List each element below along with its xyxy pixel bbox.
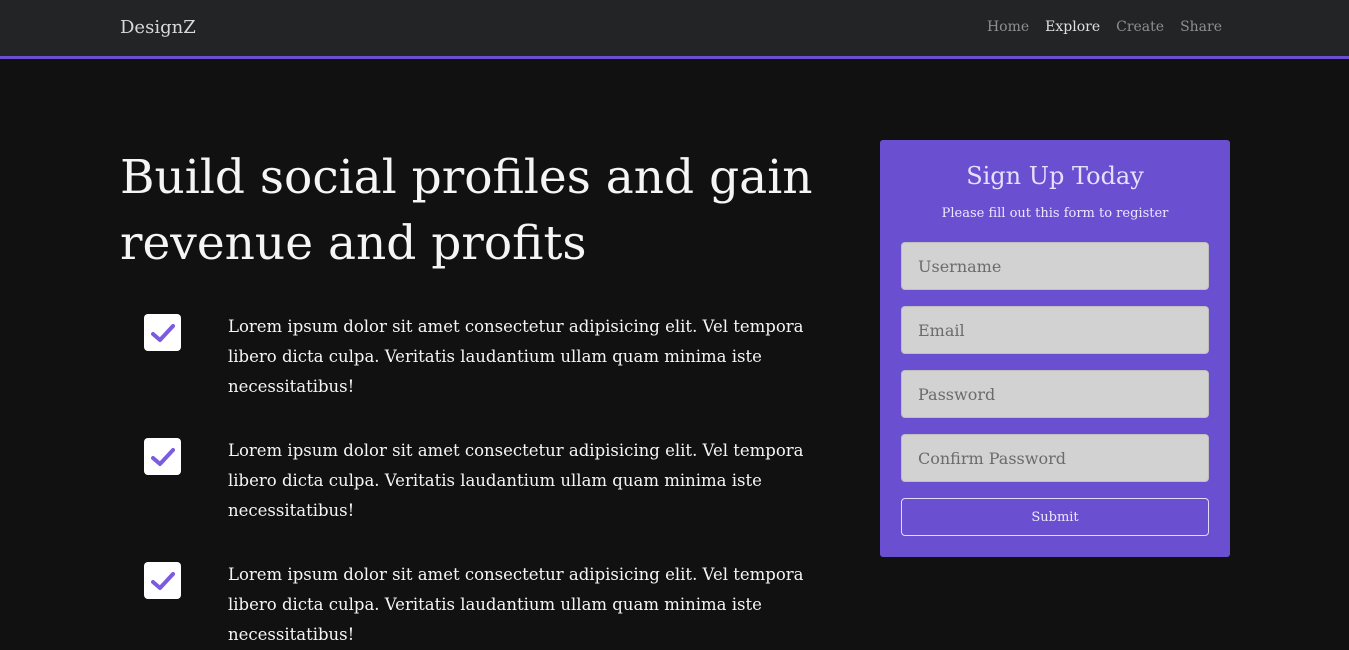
- brand-logo[interactable]: DesignZ: [120, 17, 196, 38]
- signup-form: Sign Up Today Please fill out this form …: [880, 140, 1230, 557]
- confirm-password-input[interactable]: [901, 434, 1209, 482]
- feature-item: Lorem ipsum dolor sit amet consectetur a…: [144, 312, 834, 396]
- check-icon: [144, 562, 181, 599]
- feature-item: Lorem ipsum dolor sit amet consectetur a…: [144, 560, 834, 644]
- nav-links: Home Explore Create Share: [987, 19, 1222, 35]
- nav-link-explore[interactable]: Explore: [1045, 19, 1100, 35]
- hero-title: Build social profiles and gain revenue a…: [120, 150, 813, 271]
- check-icon: [144, 314, 181, 351]
- signup-title: Sign Up Today: [966, 162, 1144, 190]
- feature-text: Lorem ipsum dolor sit amet consectetur a…: [228, 441, 804, 520]
- email-input[interactable]: [901, 306, 1209, 354]
- feature-text: Lorem ipsum dolor sit amet consectetur a…: [228, 317, 804, 396]
- username-input[interactable]: [901, 242, 1209, 290]
- nav-link-home[interactable]: Home: [987, 19, 1029, 35]
- check-icon: [144, 438, 181, 475]
- password-input[interactable]: [901, 370, 1209, 418]
- submit-button[interactable]: Submit: [901, 498, 1209, 536]
- nav-link-create[interactable]: Create: [1116, 19, 1164, 35]
- navbar: DesignZ Home Explore Create Share: [0, 0, 1349, 59]
- feature-item: Lorem ipsum dolor sit amet consectetur a…: [144, 436, 834, 520]
- signup-subtitle: Please fill out this form to register: [941, 206, 1169, 221]
- feature-text: Lorem ipsum dolor sit amet consectetur a…: [228, 565, 804, 644]
- nav-link-share[interactable]: Share: [1180, 19, 1222, 35]
